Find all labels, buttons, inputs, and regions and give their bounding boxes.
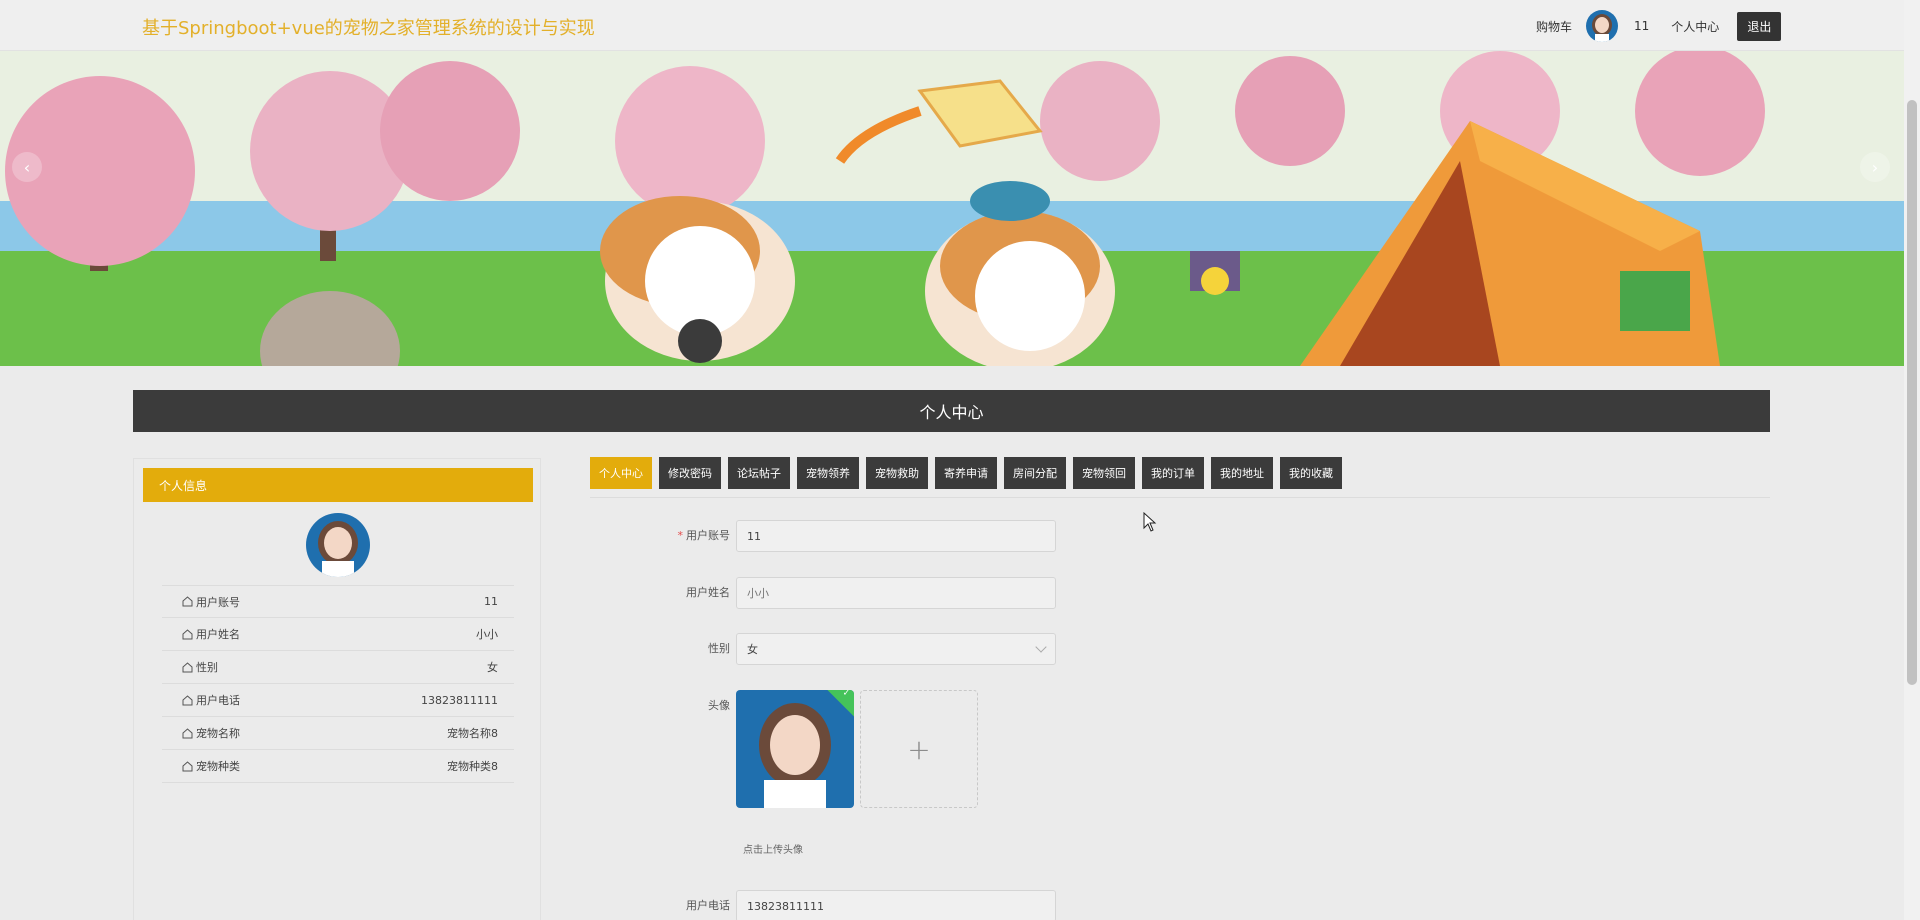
profile-row-label: 用户电话 xyxy=(196,694,240,707)
avatar-label: 头像 xyxy=(708,699,730,712)
profile-row-pet-name: 宠物名称 宠物名称8 xyxy=(162,717,514,750)
profile-row-label: 宠物种类 xyxy=(196,760,240,773)
user-avatar[interactable] xyxy=(1586,10,1619,42)
gender-select[interactable]: 女 xyxy=(736,633,1056,665)
upload-tip: 点击上传头像 xyxy=(743,845,803,856)
home-icon xyxy=(182,596,193,607)
user-center-link[interactable]: 个人中心 xyxy=(1671,18,1719,35)
profile-row-label: 用户账号 xyxy=(196,595,240,609)
required-mark: * xyxy=(677,529,684,542)
home-icon xyxy=(182,694,193,705)
avatar-upload: ✓ + xyxy=(736,690,978,808)
user-nav: 购物车 11 个人中心 退出 xyxy=(1536,8,1782,44)
tab-pet-rescue[interactable]: 宠物救助 xyxy=(866,457,928,489)
tab-my-addresses[interactable]: 我的地址 xyxy=(1211,457,1273,489)
site-title[interactable]: 基于Springboot+vue的宠物之家管理系统的设计与实现 xyxy=(142,14,595,40)
tab-forum-posts[interactable]: 论坛帖子 xyxy=(728,457,790,489)
section-title: 个人中心 xyxy=(133,390,1770,432)
gender-select-value: 女 xyxy=(747,643,758,656)
plus-icon: + xyxy=(907,732,931,766)
profile-row-value: 11 xyxy=(484,595,498,608)
form-row-avatar: 头像 ✓ + xyxy=(590,690,1190,808)
tab-my-orders[interactable]: 我的订单 xyxy=(1142,457,1204,489)
profile-panel: 个人信息 用户账号 11 用户姓名 小小 性别 女 用户电话 138238111… xyxy=(133,458,541,920)
top-navbar: 基于Springboot+vue的宠物之家管理系统的设计与实现 购物车 11 个… xyxy=(0,0,1904,51)
gender-label: 性别 xyxy=(708,642,730,655)
profile-row-value: 宠物种类8 xyxy=(447,760,498,773)
account-label: 用户账号 xyxy=(686,529,730,542)
home-icon xyxy=(182,661,193,672)
profile-avatar xyxy=(306,513,370,577)
phone-input[interactable]: 13823811111 xyxy=(736,890,1056,920)
phone-label: 用户电话 xyxy=(686,899,730,912)
carousel-next-button[interactable]: › xyxy=(1860,152,1890,182)
profile-row-label: 用户姓名 xyxy=(196,628,240,641)
logout-button[interactable]: 退出 xyxy=(1737,11,1782,41)
name-label: 用户姓名 xyxy=(686,586,730,599)
profile-row-value: 小小 xyxy=(476,628,498,641)
form-row-account: * 用户账号 11 xyxy=(590,520,1190,552)
home-icon xyxy=(182,760,193,771)
scrollbar-thumb[interactable] xyxy=(1907,100,1917,685)
page-scrollbar[interactable] xyxy=(1904,0,1920,920)
tab-foster-application[interactable]: 寄养申请 xyxy=(935,457,997,489)
user-center-tabs: 个人中心 修改密码 论坛帖子 宠物领养 宠物救助 寄养申请 房间分配 宠物领回 … xyxy=(590,457,1770,498)
check-icon: ✓ xyxy=(842,690,851,699)
profile-row-gender: 性别 女 xyxy=(162,651,514,684)
tab-room-allocation[interactable]: 房间分配 xyxy=(1004,457,1066,489)
home-icon xyxy=(182,727,193,738)
account-input[interactable]: 11 xyxy=(736,520,1056,552)
tab-user-center[interactable]: 个人中心 xyxy=(590,457,652,489)
profile-row-phone: 用户电话 13823811111 xyxy=(162,684,514,717)
username-label[interactable]: 11 xyxy=(1634,19,1649,33)
tab-pet-adoption[interactable]: 宠物领养 xyxy=(797,457,859,489)
profile-info-list: 用户账号 11 用户姓名 小小 性别 女 用户电话 13823811111 宠物… xyxy=(162,585,514,783)
profile-row-label: 性别 xyxy=(196,661,218,674)
tab-my-favorites[interactable]: 我的收藏 xyxy=(1280,457,1342,489)
tab-pet-return[interactable]: 宠物领回 xyxy=(1073,457,1135,489)
home-icon xyxy=(182,628,193,639)
chevron-down-icon xyxy=(1035,641,1047,653)
banner-carousel[interactable]: ‹ › xyxy=(0,51,1904,366)
profile-row-name: 用户姓名 小小 xyxy=(162,618,514,651)
profile-row-account: 用户账号 11 xyxy=(162,585,514,618)
tab-change-password[interactable]: 修改密码 xyxy=(659,457,721,489)
profile-row-value: 13823811111 xyxy=(421,693,498,707)
name-input[interactable]: 小小 xyxy=(736,577,1056,609)
profile-row-value: 女 xyxy=(487,661,498,674)
avatar-thumbnail[interactable]: ✓ xyxy=(736,690,854,808)
profile-row-pet-type: 宠物种类 宠物种类8 xyxy=(162,750,514,783)
profile-row-label: 宠物名称 xyxy=(196,727,240,740)
cart-link[interactable]: 购物车 xyxy=(1536,18,1572,35)
mouse-cursor-icon xyxy=(1143,512,1157,532)
upload-button[interactable]: + xyxy=(860,690,978,808)
carousel-prev-button[interactable]: ‹ xyxy=(12,152,42,182)
form-row-phone: 用户电话 13823811111 xyxy=(590,890,1190,920)
form-row-name: 用户姓名 小小 xyxy=(590,577,1190,609)
profile-header: 个人信息 xyxy=(143,468,533,502)
form-row-gender: 性别 女 xyxy=(590,633,1190,665)
profile-row-value: 宠物名称8 xyxy=(447,727,498,740)
banner-image xyxy=(0,51,1904,366)
